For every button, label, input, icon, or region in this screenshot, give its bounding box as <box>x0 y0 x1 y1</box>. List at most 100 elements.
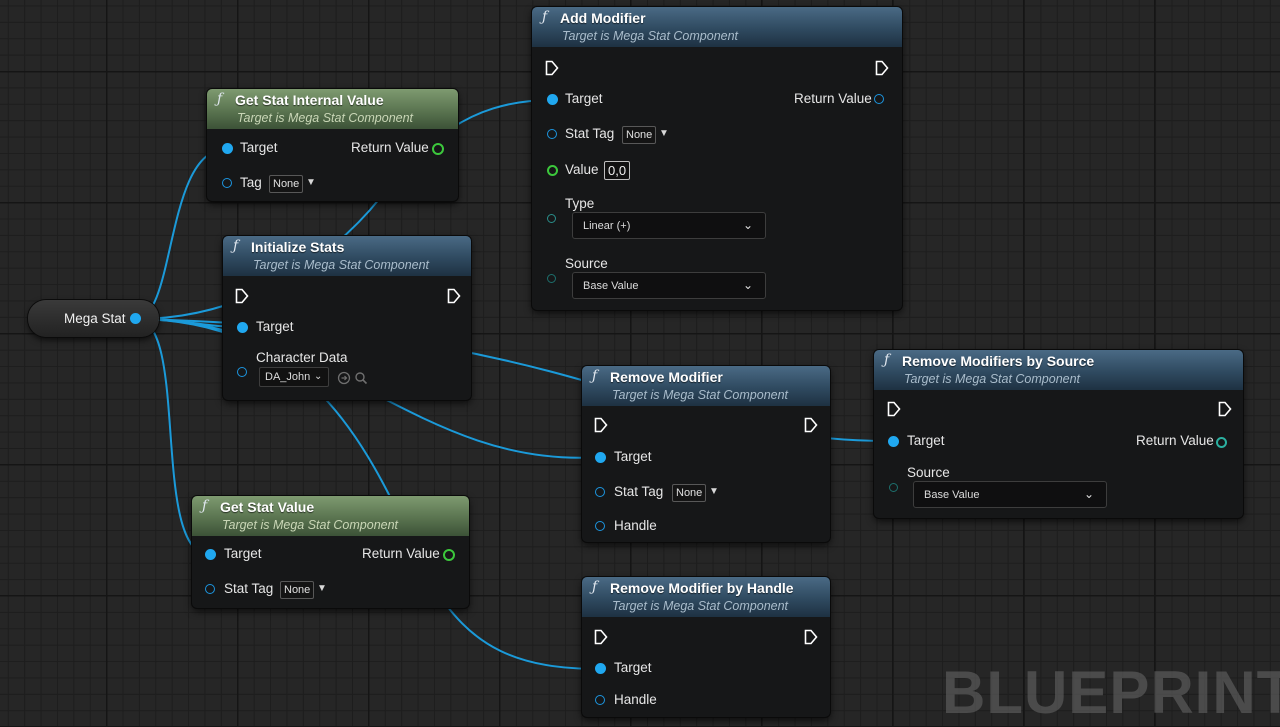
source-pin[interactable] <box>889 483 898 492</box>
function-icon: ƒ <box>592 579 598 595</box>
function-icon: ƒ <box>884 352 890 368</box>
exec-in-pin[interactable] <box>594 417 608 433</box>
node-title: Add Modifier <box>560 10 646 26</box>
initialize-stats-node[interactable]: ƒ Initialize Stats Target is Mega Stat C… <box>223 236 471 400</box>
add-modifier-header[interactable]: ƒ Add Modifier Target is Mega Stat Compo… <box>532 7 902 47</box>
exec-out-pin[interactable] <box>1218 401 1232 417</box>
stat-tag-label: Stat Tag <box>224 581 274 596</box>
value-pin[interactable] <box>547 165 558 176</box>
node-subtitle: Target is Mega Stat Component <box>222 518 399 532</box>
source-dropdown[interactable]: Base Value ⌄ <box>572 272 766 299</box>
stat-tag-dropdown[interactable]: None <box>280 581 315 599</box>
source-pin[interactable] <box>547 274 556 283</box>
remove-modifiers-by-source-header[interactable]: ƒ Remove Modifiers by Source Target is M… <box>874 350 1243 390</box>
initialize-stats-header[interactable]: ƒ Initialize Stats Target is Mega Stat C… <box>223 236 471 276</box>
remove-modifier-by-handle-node[interactable]: ƒ Remove Modifier by Handle Target is Me… <box>582 577 830 717</box>
browse-search-icon[interactable] <box>354 371 368 385</box>
target-pin[interactable] <box>888 436 899 447</box>
exec-out-pin[interactable] <box>804 417 818 433</box>
get-stat-internal-value-node[interactable]: ƒ Get Stat Internal Value Target is Mega… <box>207 89 458 201</box>
target-pin[interactable] <box>547 94 558 105</box>
target-pin[interactable] <box>222 143 233 154</box>
stat-tag-label: Stat Tag <box>565 126 615 141</box>
character-data-value: DA_John <box>265 371 311 383</box>
target-label: Target <box>907 433 945 448</box>
return-value-pin[interactable] <box>874 94 884 104</box>
tag-dropdown[interactable]: None <box>269 175 304 193</box>
source-dropdown-value: Base Value <box>583 280 639 292</box>
return-value-pin[interactable] <box>1216 437 1227 448</box>
chevron-down-icon[interactable]: ▼ <box>659 128 669 139</box>
node-subtitle: Target is Mega Stat Component <box>562 29 739 43</box>
source-dropdown[interactable]: Base Value ⌄ <box>913 481 1107 508</box>
node-title: Remove Modifiers by Source <box>902 353 1095 369</box>
target-label: Target <box>256 319 294 334</box>
stat-tag-dropdown[interactable]: None <box>622 126 657 144</box>
remove-modifier-node[interactable]: ƒ Remove Modifier Target is Mega Stat Co… <box>582 366 830 542</box>
function-icon: ƒ <box>233 238 239 254</box>
chevron-down-icon[interactable]: ▼ <box>709 486 719 497</box>
target-label: Target <box>614 449 652 464</box>
get-stat-value-header[interactable]: ƒ Get Stat Value Target is Mega Stat Com… <box>192 496 469 536</box>
target-pin[interactable] <box>237 322 248 333</box>
target-pin[interactable] <box>205 549 216 560</box>
return-value-label: Return Value <box>794 91 872 106</box>
return-value-label: Return Value <box>351 140 429 155</box>
exec-out-pin[interactable] <box>447 288 461 304</box>
tag-pin[interactable] <box>222 178 232 188</box>
variable-label: Mega Stat <box>64 311 126 326</box>
character-data-dropdown[interactable]: DA_John ⌄ <box>259 367 329 387</box>
remove-modifiers-by-source-node[interactable]: ƒ Remove Modifiers by Source Target is M… <box>874 350 1243 518</box>
target-pin[interactable] <box>595 452 606 463</box>
handle-label: Handle <box>614 518 657 533</box>
chevron-down-icon: ⌄ <box>742 218 753 232</box>
mega-stat-variable-node[interactable]: Mega Stat <box>28 300 159 337</box>
exec-in-pin[interactable] <box>545 60 559 76</box>
get-stat-value-node[interactable]: ƒ Get Stat Value Target is Mega Stat Com… <box>192 496 469 608</box>
return-value-pin[interactable] <box>432 143 444 155</box>
stat-tag-pin[interactable] <box>547 129 557 139</box>
node-subtitle: Target is Mega Stat Component <box>253 258 430 272</box>
stat-tag-pin[interactable] <box>595 487 605 497</box>
node-subtitle: Target is Mega Stat Component <box>904 372 1081 386</box>
character-data-pin[interactable] <box>237 367 247 377</box>
value-label: Value <box>565 162 599 177</box>
node-subtitle: Target is Mega Stat Component <box>612 599 789 613</box>
value-input[interactable]: 0,0 <box>604 161 631 180</box>
remove-modifier-header[interactable]: ƒ Remove Modifier Target is Mega Stat Co… <box>582 366 830 406</box>
tag-label: Tag <box>240 175 262 190</box>
get-stat-internal-value-header[interactable]: ƒ Get Stat Internal Value Target is Mega… <box>207 89 458 129</box>
add-modifier-node[interactable]: ƒ Add Modifier Target is Mega Stat Compo… <box>532 7 902 310</box>
handle-pin[interactable] <box>595 521 605 531</box>
target-pin[interactable] <box>595 663 606 674</box>
chevron-down-icon[interactable]: ▼ <box>306 177 316 188</box>
stat-tag-label: Stat Tag <box>614 484 664 499</box>
chevron-down-icon: ⌄ <box>1083 487 1094 501</box>
function-icon: ƒ <box>217 91 223 107</box>
blueprint-watermark: BLUEPRINT <box>942 659 1280 726</box>
node-title: Remove Modifier <box>610 369 723 385</box>
return-value-pin[interactable] <box>443 549 455 561</box>
variable-output-pin[interactable] <box>130 313 141 324</box>
use-selected-icon[interactable] <box>337 371 351 385</box>
function-icon: ƒ <box>202 498 208 514</box>
stat-tag-dropdown[interactable]: None <box>672 484 707 502</box>
target-label: Target <box>224 546 262 561</box>
chevron-down-icon[interactable]: ▼ <box>317 583 327 594</box>
node-subtitle: Target is Mega Stat Component <box>237 111 414 125</box>
handle-label: Handle <box>614 692 657 707</box>
function-icon: ƒ <box>592 368 598 384</box>
stat-tag-pin[interactable] <box>205 584 215 594</box>
node-subtitle: Target is Mega Stat Component <box>612 388 789 402</box>
exec-in-pin[interactable] <box>594 629 608 645</box>
exec-in-pin[interactable] <box>235 288 249 304</box>
target-label: Target <box>565 91 603 106</box>
type-pin[interactable] <box>547 214 556 223</box>
target-label: Target <box>240 140 278 155</box>
handle-pin[interactable] <box>595 695 605 705</box>
exec-out-pin[interactable] <box>804 629 818 645</box>
exec-in-pin[interactable] <box>887 401 901 417</box>
remove-modifier-by-handle-header[interactable]: ƒ Remove Modifier by Handle Target is Me… <box>582 577 830 617</box>
type-dropdown[interactable]: Linear (+) ⌄ <box>572 212 766 239</box>
exec-out-pin[interactable] <box>875 60 889 76</box>
